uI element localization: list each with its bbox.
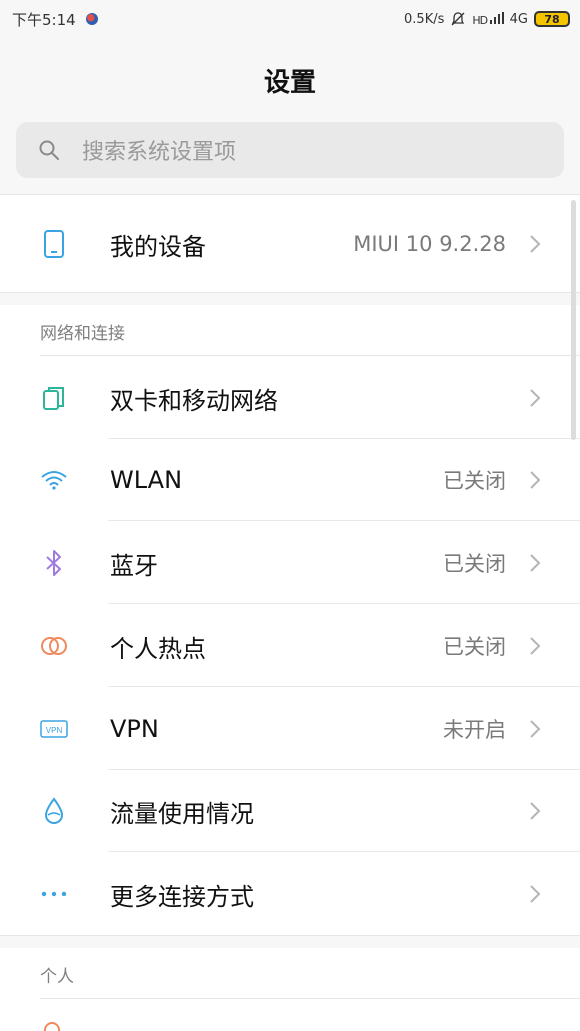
- battery-level: 78: [544, 12, 560, 26]
- status-bar: 下午5:14 0.5K/s HD 4G 78: [0, 0, 580, 38]
- chevron-right-icon: [530, 885, 541, 903]
- wlan-label: WLAN: [110, 466, 183, 494]
- scrollbar[interactable]: [571, 200, 576, 440]
- chevron-right-icon: [530, 720, 541, 738]
- vpn-value: 未开启: [443, 718, 506, 742]
- divider: [0, 194, 580, 195]
- section-gap: [0, 936, 580, 948]
- page-title: 设置: [263, 67, 316, 98]
- status-time: 下午5:14: [12, 10, 76, 29]
- signal-icon: HD: [472, 11, 504, 27]
- vpn-label: VPN: [110, 715, 159, 743]
- search-icon: [39, 140, 59, 160]
- chevron-right-icon: [530, 235, 541, 253]
- phone-icon: [40, 230, 68, 258]
- network-type: 4G: [509, 11, 528, 27]
- bluetooth-icon: [40, 549, 68, 577]
- wlan-row[interactable]: WLAN 已关闭: [0, 439, 580, 521]
- chevron-right-icon: [530, 637, 541, 655]
- section-title-network: 网络和连接: [40, 324, 125, 344]
- hotspot-icon: [40, 632, 68, 660]
- search-input[interactable]: 搜索系统设置项: [16, 122, 564, 178]
- bluetooth-row[interactable]: 蓝牙 已关闭: [0, 522, 580, 604]
- row-separator: [108, 520, 580, 521]
- water-drop-icon: [40, 797, 68, 825]
- row-separator: [108, 851, 580, 852]
- chevron-right-icon: [530, 802, 541, 820]
- bluetooth-value: 已关闭: [443, 552, 506, 576]
- sim-cards-icon: [40, 384, 68, 412]
- more-connections-row[interactable]: 更多连接方式: [0, 853, 580, 935]
- more-dots-icon: [40, 880, 68, 908]
- hotspot-value: 已关闭: [443, 635, 506, 659]
- my-device-value: MIUI 10 9.2.28: [353, 232, 506, 256]
- vpn-icon: VPN: [40, 715, 68, 743]
- divider: [40, 355, 580, 356]
- page-title-bar: 设置: [0, 38, 580, 122]
- row-separator: [108, 603, 580, 604]
- net-speed: 0.5K/s: [404, 11, 445, 27]
- data-usage-row[interactable]: 流量使用情况: [0, 770, 580, 852]
- search-placeholder: 搜索系统设置项: [82, 140, 237, 165]
- chevron-right-icon: [530, 389, 541, 407]
- data-usage-label: 流量使用情况: [110, 799, 254, 828]
- my-device-row[interactable]: 我的设备 MIUI 10 9.2.28: [0, 203, 580, 285]
- hotspot-label: 个人热点: [110, 634, 206, 663]
- battery-icon: 78: [534, 11, 570, 27]
- wlan-value: 已关闭: [443, 469, 506, 493]
- notification-app-icon: [85, 13, 98, 25]
- wifi-icon: [40, 466, 68, 494]
- display-icon: [44, 1022, 60, 1031]
- svg-text:VPN: VPN: [46, 726, 63, 735]
- row-separator: [108, 686, 580, 687]
- bell-muted-icon: [451, 12, 465, 26]
- divider: [40, 998, 580, 999]
- section-title-personal: 个人: [40, 967, 74, 987]
- dual-sim-label: 双卡和移动网络: [110, 386, 278, 415]
- dual-sim-row[interactable]: 双卡和移动网络: [0, 357, 580, 439]
- chevron-right-icon: [530, 471, 541, 489]
- section-gap: [0, 293, 580, 305]
- hotspot-row[interactable]: 个人热点 已关闭: [0, 605, 580, 687]
- vpn-row[interactable]: VPN VPN 未开启: [0, 688, 580, 770]
- chevron-right-icon: [530, 554, 541, 572]
- signal-bars-icon: [489, 11, 504, 24]
- more-connections-label: 更多连接方式: [110, 882, 254, 911]
- bluetooth-label: 蓝牙: [110, 551, 158, 580]
- hd-label: HD: [472, 13, 488, 27]
- my-device-label: 我的设备: [110, 232, 206, 261]
